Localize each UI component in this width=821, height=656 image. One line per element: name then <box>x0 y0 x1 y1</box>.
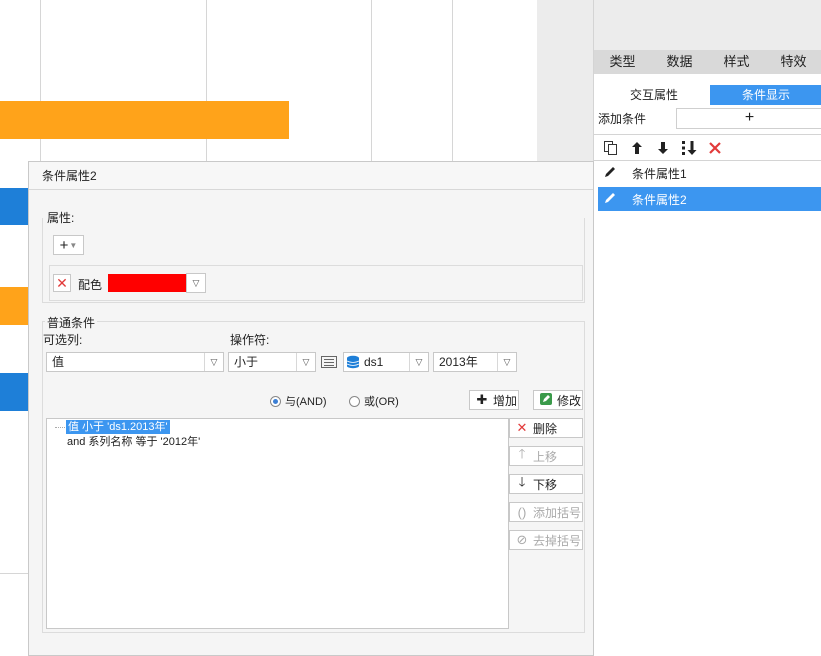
modify-button[interactable]: 修改 <box>533 390 583 410</box>
sort-icon[interactable] <box>680 139 698 157</box>
tab-data[interactable]: 数据 <box>651 50 708 74</box>
add-bracket-button[interactable]: () 添加括号 <box>509 502 583 522</box>
database-icon <box>346 355 360 369</box>
copy-icon[interactable] <box>602 139 620 157</box>
column-select[interactable]: 值 ▽ <box>46 352 224 372</box>
remove-bracket-button[interactable]: ⊘ 去掉括号 <box>509 530 583 550</box>
or-radio[interactable]: 或(OR) <box>349 393 399 409</box>
chevron-down-icon[interactable]: ▽ <box>186 273 206 293</box>
dataset-select[interactable]: ds1 ▽ <box>343 352 429 372</box>
field-select-value: 2013年 <box>439 355 478 369</box>
chevron-down-icon: ▽ <box>204 353 223 371</box>
or-radio-label: 或(OR) <box>364 396 399 408</box>
dialog-title: 条件属性2 <box>29 162 593 190</box>
delete-button[interactable]: ✕ 删除 <box>509 418 583 438</box>
add-attribute-button[interactable]: + ▼ <box>53 235 84 255</box>
chevron-down-icon: ▽ <box>296 353 315 371</box>
table-icon[interactable] <box>321 356 337 368</box>
edit-icon <box>538 392 554 409</box>
condition-list[interactable]: 值 小于 'ds1.2013年' and 系列名称 等于 '2012年' <box>46 418 509 629</box>
optional-column-label: 可选列: <box>43 333 83 347</box>
tab-effects[interactable]: 特效 <box>765 50 821 74</box>
operator-select[interactable]: 小于 ▽ <box>228 352 316 372</box>
and-radio-label: 与(AND) <box>285 396 327 408</box>
arrow-down-icon[interactable] <box>654 139 672 157</box>
delete-button-label: 删除 <box>533 421 558 436</box>
add-condition-label: 添加条件 <box>598 112 647 126</box>
dataset-select-value: ds1 <box>364 355 384 369</box>
subtab-condition-display[interactable]: 条件显示 <box>710 85 821 105</box>
property-panel: 类型 数据 样式 特效 交互属性 条件显示 添加条件 + 条件属性1 条件属性2 <box>593 0 821 656</box>
plus-icon: ✚ <box>476 392 488 407</box>
remove-bracket-button-label: 去掉括号 <box>533 533 582 548</box>
pencil-icon <box>598 165 622 182</box>
condition-dialog: 条件属性2 属性: + ▼ ✕ 配色 ▽ 普通条件 可选列: 操作符: 值 ▽ 小… <box>28 161 594 656</box>
condition-item-selected[interactable]: 条件属性2 <box>598 187 821 211</box>
radio-checked-icon <box>270 395 281 407</box>
color-attribute-row: ✕ 配色 ▽ <box>49 265 583 301</box>
general-conditions-label: 普通条件 <box>45 314 98 331</box>
condition-line-selected[interactable]: 值 小于 'ds1.2013年' <box>66 420 170 434</box>
color-label: 配色 <box>78 278 103 292</box>
delete-icon: ✕ <box>516 420 528 435</box>
tree-connector <box>55 427 65 428</box>
arrow-up-icon[interactable] <box>628 139 646 157</box>
add-button[interactable]: ✚ 增加 <box>469 390 519 410</box>
operator-select-value: 小于 <box>234 355 259 369</box>
add-bracket-button-label: 添加括号 <box>533 505 582 520</box>
pencil-icon <box>598 191 622 208</box>
chevron-down-icon: ▽ <box>497 353 516 371</box>
property-tabs: 类型 数据 样式 特效 <box>594 50 821 74</box>
plus-icon: + <box>59 236 69 254</box>
column-select-value: 值 <box>52 355 65 369</box>
tab-type[interactable]: 类型 <box>594 50 651 74</box>
remove-attribute-button[interactable]: ✕ <box>53 274 71 292</box>
arrow-up-icon: 🡑 <box>518 446 526 461</box>
condition-toolbar <box>594 134 821 161</box>
condition-item-label: 条件属性1 <box>632 166 687 181</box>
modify-button-label: 修改 <box>557 393 582 408</box>
add-condition-button[interactable]: + <box>676 108 821 129</box>
chevron-down-icon: ▽ <box>409 353 428 371</box>
arrow-down-icon: 🡓 <box>518 474 526 489</box>
condition-item-label: 条件属性2 <box>632 192 687 207</box>
field-select[interactable]: 2013年 ▽ <box>433 352 517 372</box>
operator-label: 操作符: <box>230 333 270 347</box>
subtabs: 交互属性 条件显示 <box>598 85 821 105</box>
bracket-icon: () <box>517 504 527 520</box>
and-radio[interactable]: 与(AND) <box>270 393 327 409</box>
radio-unchecked-icon <box>349 395 360 407</box>
condition-item[interactable]: 条件属性1 <box>598 161 821 185</box>
caret-down-icon: ▼ <box>69 240 78 250</box>
subtab-interaction[interactable]: 交互属性 <box>598 85 710 105</box>
condition-line[interactable]: and 系列名称 等于 '2012年' <box>67 435 200 449</box>
move-up-button[interactable]: 🡑 上移 <box>509 446 583 466</box>
chart-bar-orange <box>0 101 289 139</box>
move-down-button-label: 下移 <box>533 477 558 492</box>
panel-header <box>594 0 821 50</box>
move-down-button[interactable]: 🡓 下移 <box>509 474 583 494</box>
remove-bracket-icon: ⊘ <box>516 532 528 547</box>
tab-style[interactable]: 样式 <box>708 50 765 74</box>
delete-icon[interactable] <box>706 139 724 157</box>
color-swatch[interactable] <box>108 274 186 292</box>
add-button-label: 增加 <box>493 393 518 408</box>
move-up-button-label: 上移 <box>533 449 558 464</box>
